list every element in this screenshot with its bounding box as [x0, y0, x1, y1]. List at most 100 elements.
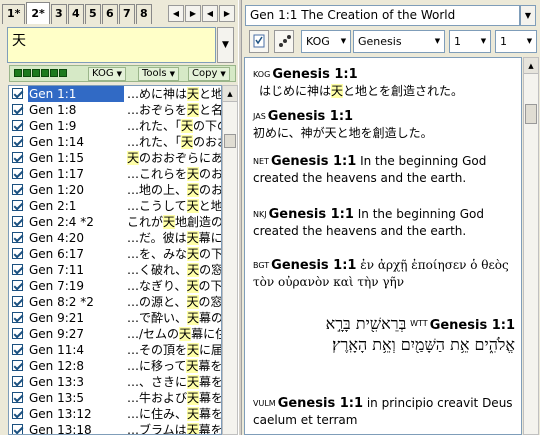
tab-4[interactable]: 4 — [67, 4, 84, 24]
tab-7[interactable]: 7 — [118, 4, 135, 24]
tab-5[interactable]: 5 — [84, 4, 101, 24]
result-checkbox[interactable] — [12, 104, 23, 115]
verse-combo[interactable]: 1 ▼ — [495, 30, 537, 53]
result-row[interactable]: Gen 9:27…/セムの天幕に住 — [9, 326, 221, 342]
chapter-combo[interactable]: 1 ▼ — [449, 30, 491, 53]
result-ref[interactable]: Gen 13:3 — [28, 374, 124, 390]
chevron-down-icon[interactable]: ▼ — [520, 5, 536, 26]
result-checkbox[interactable] — [12, 296, 23, 307]
result-ref[interactable]: Gen 8:2 *2 — [28, 294, 124, 310]
result-ref[interactable]: Gen 7:11 — [28, 262, 124, 278]
verse-scrollbar[interactable]: ▲ — [523, 57, 539, 435]
result-ref[interactable]: Gen 4:20 — [28, 230, 124, 246]
tab-add-icon[interactable]: ◀ — [202, 5, 218, 22]
results-list[interactable]: Gen 1:1…めに神は天と地Gen 1:8…おぞらを天と名づGen 1:9…れ… — [8, 85, 222, 435]
result-row[interactable]: Gen 11:4…その頂を天に届か — [9, 342, 221, 358]
notes-icon[interactable] — [274, 30, 294, 53]
result-checkbox[interactable] — [12, 328, 23, 339]
tools-button[interactable]: Tools ▼ — [138, 67, 180, 81]
search-dropdown-icon[interactable]: ▼ — [217, 27, 234, 63]
tab-scroll-left-icon[interactable]: ◀ — [168, 5, 184, 22]
result-ref[interactable]: Gen 13:18 — [28, 422, 124, 434]
result-checkbox[interactable] — [12, 120, 23, 131]
result-checkbox[interactable] — [12, 344, 23, 355]
result-row[interactable]: Gen 1:9…れた、「天の下の — [9, 118, 221, 134]
result-ref[interactable]: Gen 1:1 — [28, 86, 124, 102]
result-ref[interactable]: Gen 9:27 — [28, 326, 124, 342]
tab-1[interactable]: 1* — [2, 4, 26, 24]
result-checkbox[interactable] — [12, 136, 23, 147]
result-checkbox[interactable] — [12, 88, 23, 99]
result-row[interactable]: Gen 13:5…牛および天幕を持 — [9, 390, 221, 406]
result-ref[interactable]: Gen 12:8 — [28, 358, 124, 374]
scroll-up-icon[interactable]: ▲ — [223, 86, 237, 102]
verse-view[interactable]: KOG Genesis 1:1 はじめに神は天と地とを創造された。 JAS Gene… — [244, 57, 522, 435]
result-ref[interactable]: Gen 9:21 — [28, 310, 124, 326]
result-checkbox[interactable] — [12, 168, 23, 179]
snippet-post: 幕に住 — [191, 327, 221, 341]
scroll-thumb[interactable] — [224, 134, 236, 148]
result-checkbox[interactable] — [12, 424, 23, 434]
version-button[interactable]: KOG ▼ — [88, 67, 127, 81]
tab-2[interactable]: 2* — [26, 2, 50, 24]
search-input[interactable]: 天 — [7, 27, 216, 63]
copy-button[interactable]: Copy ▼ — [188, 67, 230, 81]
tab-6[interactable]: 6 — [101, 4, 118, 24]
result-ref[interactable]: Gen 1:9 — [28, 118, 124, 134]
results-scrollbar[interactable]: ▲ — [222, 85, 238, 435]
result-row[interactable]: Gen 12:8…に移って天幕を張 — [9, 358, 221, 374]
result-ref[interactable]: Gen 2:1 — [28, 198, 124, 214]
result-row[interactable]: Gen 7:19…なぎり、天の下に — [9, 278, 221, 294]
result-row[interactable]: Gen 1:20…地の上、天のおお — [9, 182, 221, 198]
result-row[interactable]: Gen 1:17…これらを天のおお — [9, 166, 221, 182]
result-checkbox[interactable] — [12, 280, 23, 291]
result-ref[interactable]: Gen 6:17 — [28, 246, 124, 262]
result-ref[interactable]: Gen 1:14 — [28, 134, 124, 150]
result-checkbox[interactable] — [12, 184, 23, 195]
result-row[interactable]: Gen 13:18…ブラムは天幕を移 — [9, 422, 221, 434]
tab-3[interactable]: 3 — [50, 4, 67, 24]
result-ref[interactable]: Gen 13:12 — [28, 406, 124, 422]
parallel-view-icon[interactable] — [249, 30, 269, 53]
book-combo[interactable]: Genesis ▼ — [353, 30, 445, 53]
result-checkbox[interactable] — [12, 152, 23, 163]
tab-scroll-right-icon[interactable]: ▶ — [185, 5, 201, 22]
result-checkbox[interactable] — [12, 248, 23, 259]
result-checkbox[interactable] — [12, 232, 23, 243]
result-row[interactable]: Gen 13:3…、さきに天幕を張 — [9, 374, 221, 390]
tab-more-icon[interactable]: ▶ — [219, 5, 235, 22]
result-row[interactable]: Gen 1:15 天のおおぞらにあ — [9, 150, 221, 166]
result-checkbox[interactable] — [12, 312, 23, 323]
result-checkbox[interactable] — [12, 408, 23, 419]
result-checkbox[interactable] — [12, 264, 23, 275]
result-ref[interactable]: Gen 1:17 — [28, 166, 124, 182]
tab-8[interactable]: 8 — [135, 4, 152, 24]
result-row[interactable]: Gen 1:8…おぞらを天と名づ — [9, 102, 221, 118]
scroll-up-icon[interactable]: ▲ — [524, 58, 538, 74]
scroll-thumb[interactable] — [525, 104, 537, 124]
result-row[interactable]: Gen 8:2 *2…の源と、天の窓と — [9, 294, 221, 310]
result-row[interactable]: Gen 1:14…れた、「天のおお — [9, 134, 221, 150]
result-checkbox[interactable] — [12, 200, 23, 211]
version-combo[interactable]: KOG ▼ — [301, 30, 351, 53]
result-ref[interactable]: Gen 11:4 — [28, 342, 124, 358]
result-row[interactable]: Gen 2:4 *2 これが天地創造の — [9, 214, 221, 230]
result-checkbox[interactable] — [12, 376, 23, 387]
result-ref[interactable]: Gen 7:19 — [28, 278, 124, 294]
result-ref[interactable]: Gen 13:5 — [28, 390, 124, 406]
result-ref[interactable]: Gen 2:4 *2 — [28, 214, 124, 230]
result-ref[interactable]: Gen 1:20 — [28, 182, 124, 198]
result-row[interactable]: Gen 6:17…を、みな天の下か — [9, 246, 221, 262]
result-ref[interactable]: Gen 1:8 — [28, 102, 124, 118]
passage-title-select[interactable]: Gen 1:1 The Creation of the World — [245, 5, 520, 26]
result-row[interactable]: Gen 9:21…で酔い、天幕の中 — [9, 310, 221, 326]
result-row[interactable]: Gen 4:20 …だ。彼は天幕に — [9, 230, 221, 246]
result-row[interactable]: Gen 7:11…く破れ、天の窓が — [9, 262, 221, 278]
result-checkbox[interactable] — [12, 360, 23, 371]
result-checkbox[interactable] — [12, 216, 23, 227]
result-row[interactable]: Gen 13:12…に住み、天幕をソ — [9, 406, 221, 422]
result-row[interactable]: Gen 1:1 …めに神は天と地 — [9, 86, 221, 102]
result-row[interactable]: Gen 2:1…こうして天と地と — [9, 198, 221, 214]
result-checkbox[interactable] — [12, 392, 23, 403]
result-ref[interactable]: Gen 1:15 — [28, 150, 124, 166]
